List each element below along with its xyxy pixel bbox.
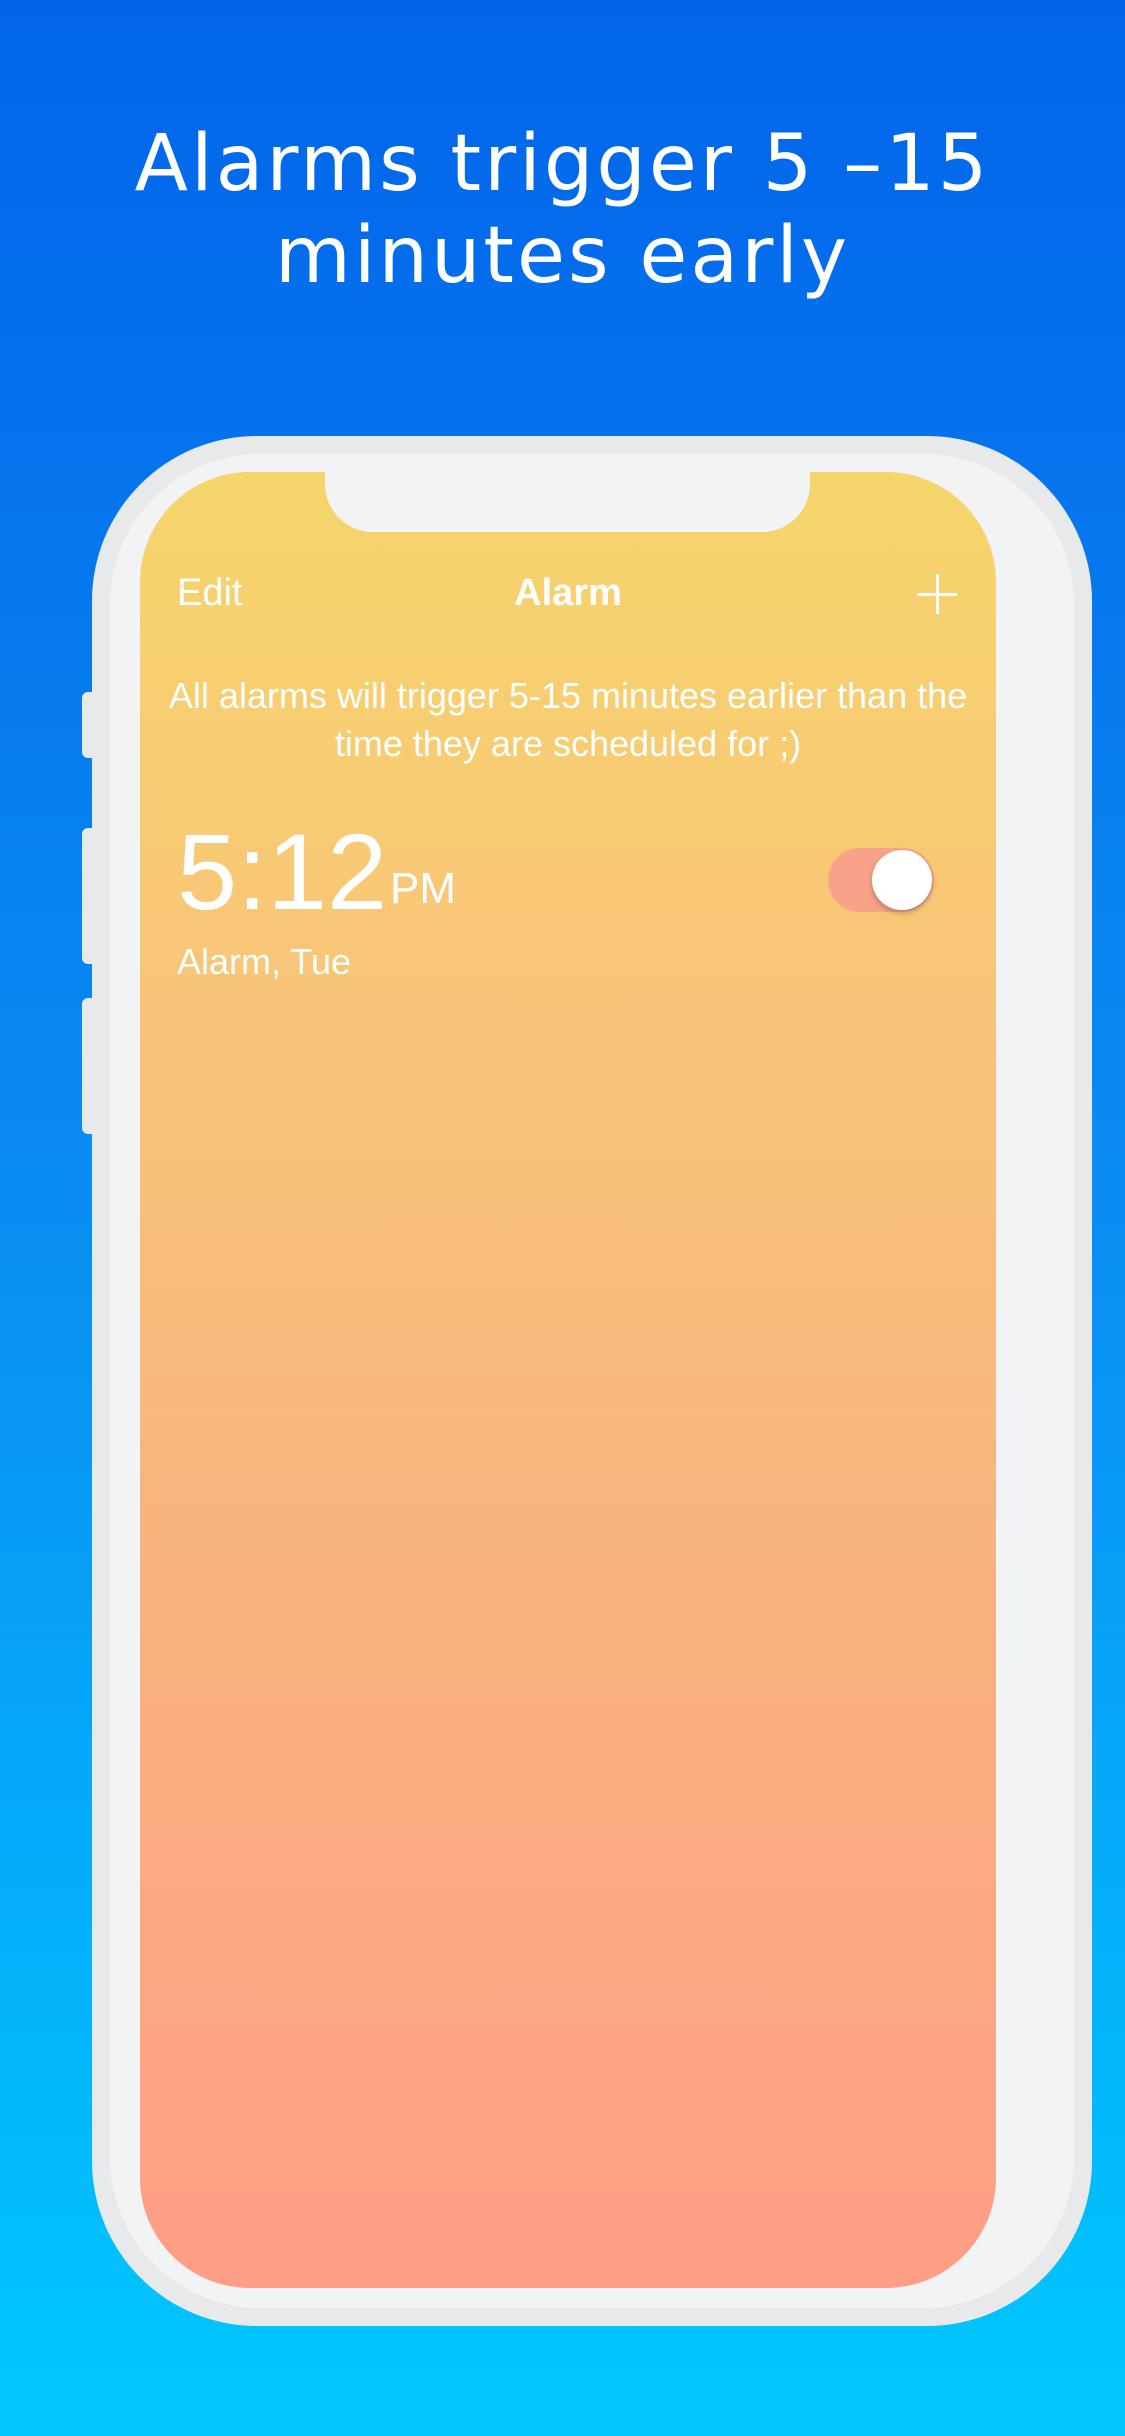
toggle-knob: [872, 850, 932, 910]
headline-line-1: Alarms trigger 5 –15: [134, 119, 991, 209]
page-title: Alarm: [514, 572, 622, 614]
alarm-toggle[interactable]: [828, 848, 934, 912]
alarm-row[interactable]: 5:12 PM Alarm, Tue: [177, 812, 967, 992]
alarm-ampm: PM: [390, 864, 456, 913]
early-trigger-notice: All alarms will trigger 5-15 minutes ear…: [168, 675, 968, 764]
plus-icon[interactable]: [917, 574, 957, 614]
alarm-time: 5:12: [177, 811, 388, 932]
headline-line-2: minutes early: [274, 211, 851, 301]
notch: [325, 472, 810, 532]
headline: Alarms trigger 5 –15 minutes early: [0, 118, 1125, 302]
alarm-label: Alarm, Tue: [177, 941, 352, 982]
phone-screen: Edit Alarm All alarms will trigger 5-15 …: [140, 472, 996, 2288]
